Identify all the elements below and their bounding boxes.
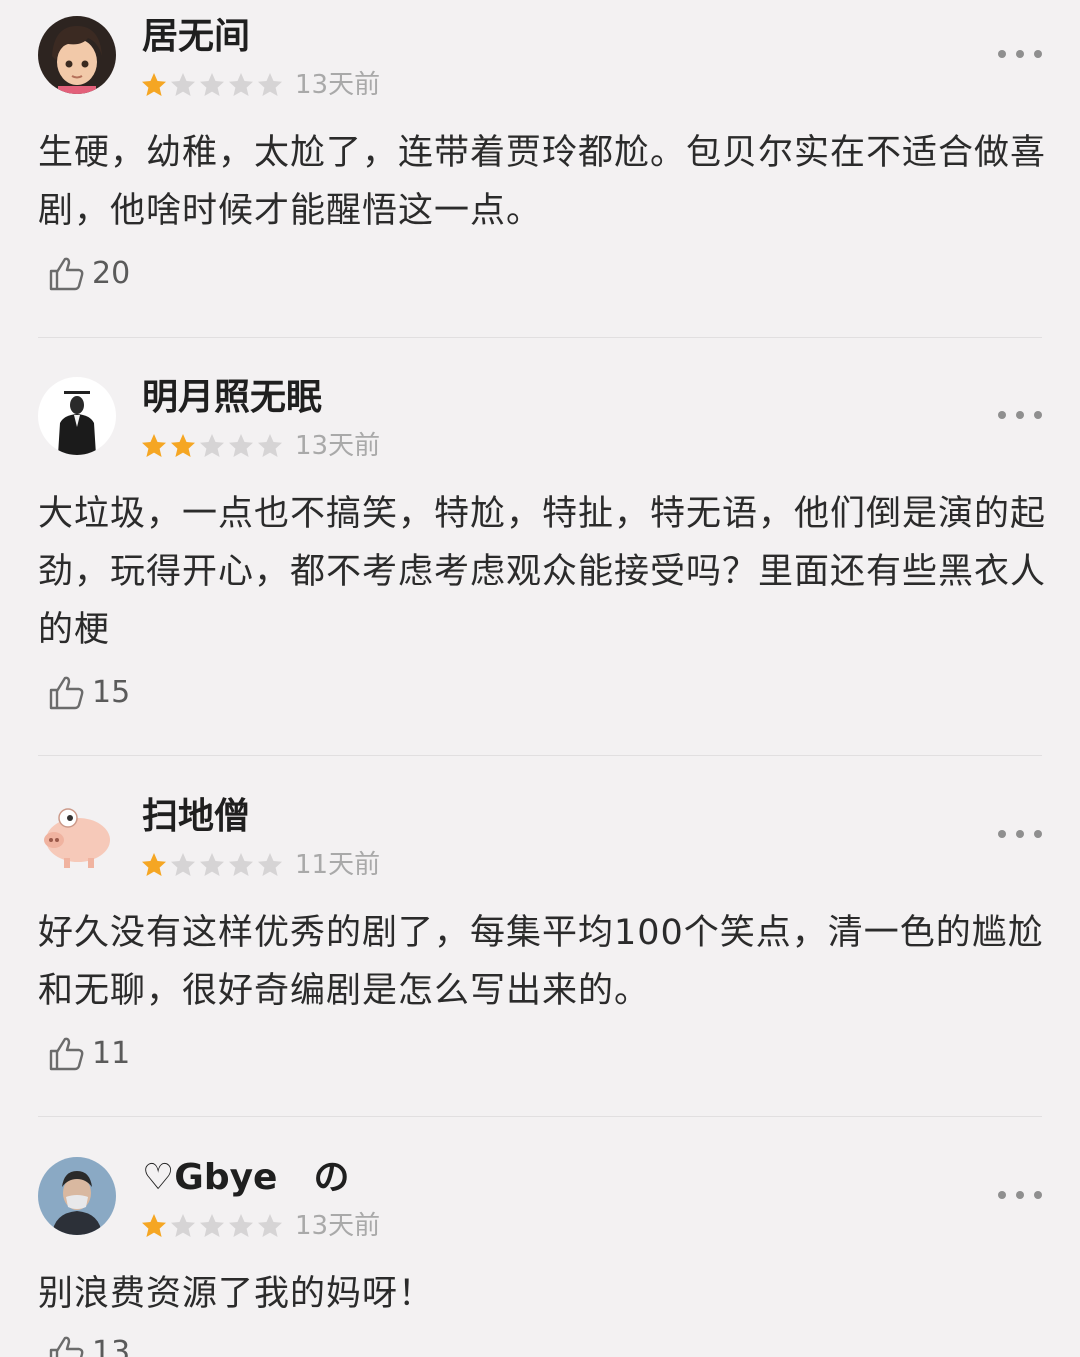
star-empty-icon xyxy=(229,73,253,96)
star-empty-icon xyxy=(229,1214,253,1237)
like-button[interactable]: 20 xyxy=(46,254,130,294)
star-empty-icon xyxy=(258,73,282,96)
username[interactable]: 居无间 xyxy=(142,14,250,60)
review-list: 居无间 13天前 生硬，幼稚，太尬了，连带着贾玲都尬。包贝尔实在不适合做喜剧，他… xyxy=(0,0,1080,1357)
username[interactable]: ♡Gbye の xyxy=(142,1155,349,1201)
star-filled-icon xyxy=(142,1214,166,1237)
more-dots-icon[interactable] xyxy=(998,405,1042,425)
post-time: 11天前 xyxy=(295,850,381,880)
star-empty-icon xyxy=(258,853,282,876)
star-rating xyxy=(140,1211,285,1241)
star-empty-icon xyxy=(258,434,282,457)
thumbs-up-outline-icon xyxy=(46,1034,86,1074)
like-button[interactable]: 13 xyxy=(46,1333,130,1357)
star-empty-icon xyxy=(229,853,253,876)
thumbs-up-outline-icon xyxy=(46,1333,86,1357)
post-time: 13天前 xyxy=(295,431,381,461)
post-time: 13天前 xyxy=(295,1211,381,1241)
star-empty-icon xyxy=(229,434,253,457)
like-button[interactable]: 11 xyxy=(46,1034,130,1074)
avatar[interactable] xyxy=(38,377,116,455)
avatar[interactable] xyxy=(38,1157,116,1235)
more-dots-icon[interactable] xyxy=(998,1185,1042,1205)
avatar[interactable] xyxy=(38,796,116,874)
review-text: 好久没有这样优秀的剧了，每集平均100个笑点，清一色的尴尬和无聊，很好奇编剧是怎… xyxy=(38,913,1044,1011)
star-empty-icon xyxy=(171,1214,195,1237)
star-empty-icon xyxy=(200,853,224,876)
username[interactable]: 扫地僧 xyxy=(142,794,250,840)
review-text: 生硬，幼稚，太尬了，连带着贾玲都尬。包贝尔实在不适合做喜剧，他啥时候才能醒悟这一… xyxy=(38,133,1047,231)
username[interactable]: 明月照无眠 xyxy=(142,375,322,421)
star-rating xyxy=(140,850,285,880)
star-filled-icon xyxy=(142,853,166,876)
star-filled-icon xyxy=(142,73,166,96)
review-text: 大垃圾，一点也不搞笑，特尬，特扯，特无语，他们倒是演的起劲，玩得开心，都不考虑考… xyxy=(38,494,1047,650)
like-button[interactable]: 15 xyxy=(46,673,130,713)
star-empty-icon xyxy=(200,73,224,96)
star-empty-icon xyxy=(171,73,195,96)
star-rating xyxy=(140,431,285,461)
more-dots-icon[interactable] xyxy=(998,824,1042,844)
star-empty-icon xyxy=(258,1214,282,1237)
divider xyxy=(38,755,1042,756)
star-empty-icon xyxy=(200,1214,224,1237)
review-text: 别浪费资源了我的妈呀！ xyxy=(38,1274,435,1314)
more-dots-icon[interactable] xyxy=(998,44,1042,64)
star-rating xyxy=(140,70,285,100)
avatar[interactable] xyxy=(38,16,116,94)
post-time: 13天前 xyxy=(295,70,381,100)
like-count: 15 xyxy=(92,675,131,710)
thumbs-up-outline-icon xyxy=(46,254,86,294)
divider xyxy=(38,337,1042,338)
thumbs-up-outline-icon xyxy=(46,673,86,713)
like-count: 20 xyxy=(92,256,131,291)
star-empty-icon xyxy=(171,853,195,876)
like-count: 13 xyxy=(92,1335,131,1357)
star-empty-icon xyxy=(200,434,224,457)
star-filled-icon xyxy=(142,434,166,457)
like-count: 11 xyxy=(92,1036,131,1071)
star-filled-icon xyxy=(171,434,195,457)
divider xyxy=(38,1116,1042,1117)
